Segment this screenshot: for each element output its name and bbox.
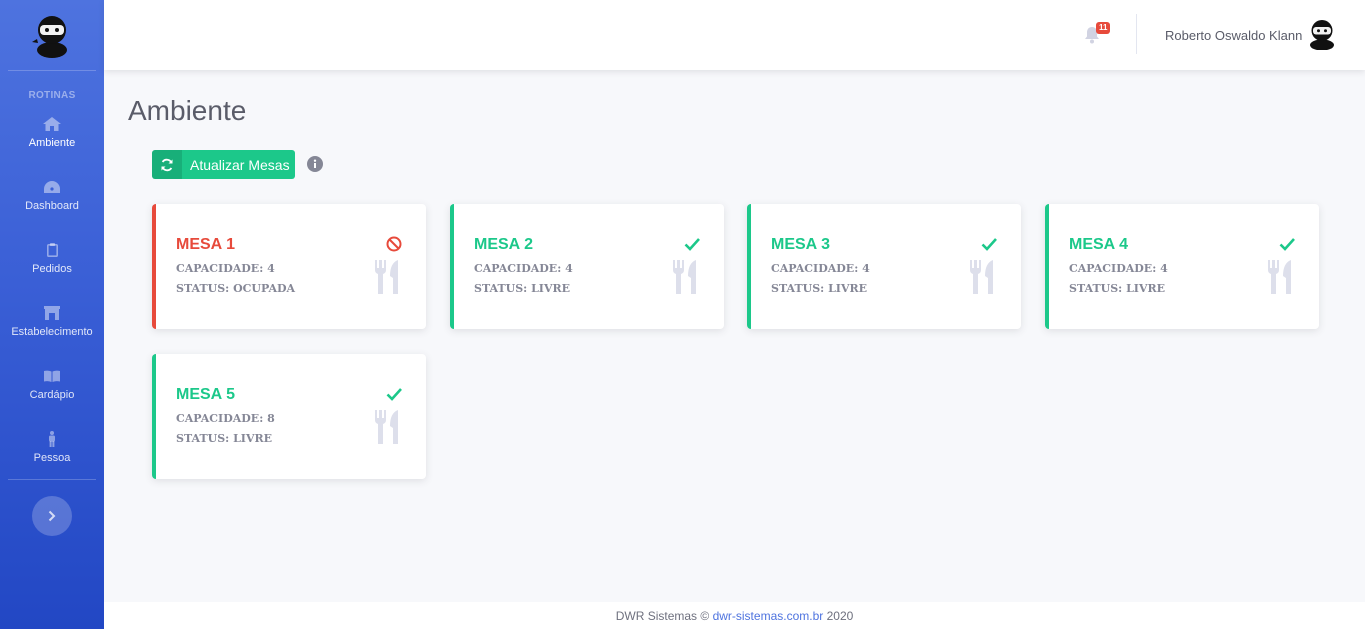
- table-status: STATUS: LIVRE: [474, 282, 571, 295]
- utensils-icon: [375, 410, 398, 444]
- table-name: MESA 4: [1069, 236, 1128, 253]
- ban-icon: [386, 236, 402, 252]
- table-capacity: CAPACIDADE: 4: [1069, 262, 1168, 275]
- notifications-button[interactable]: 11: [1084, 22, 1111, 44]
- table-card-mesa-3[interactable]: MESA 3 CAPACIDADE: 4 STATUS: LIVRE: [747, 204, 1021, 329]
- page-title: Ambiente: [128, 95, 247, 126]
- sidebar-heading: ROTINAS: [28, 90, 76, 101]
- sidebar-item-pessoa[interactable]: Pessoa: [0, 416, 104, 479]
- table-capacity: CAPACIDADE: 8: [176, 412, 275, 425]
- table-status: STATUS: LIVRE: [176, 432, 273, 445]
- avatar[interactable]: [1307, 18, 1337, 51]
- topbar: 11 Roberto Oswaldo Klann: [104, 0, 1365, 70]
- table-status: STATUS: LIVRE: [1069, 282, 1166, 295]
- topbar-divider: [1136, 14, 1137, 54]
- utensils-icon: [1268, 260, 1291, 294]
- sidebar-item-label: Ambiente: [28, 137, 76, 149]
- footer-year: 2020: [826, 608, 854, 623]
- sidebar-toggle-button[interactable]: [32, 496, 72, 536]
- sidebar-item-label: Pedidos: [32, 263, 72, 275]
- sidebar-item-estabelecimento[interactable]: Estabelecimento: [0, 290, 104, 353]
- tachometer-icon: [43, 179, 61, 195]
- table-status: STATUS: OCUPADA: [176, 282, 296, 295]
- sidebar-item-label: Pessoa: [33, 452, 71, 464]
- table-name: MESA 2: [474, 236, 533, 253]
- sidebar-item-label: Cardápio: [29, 389, 75, 401]
- notifications-badge: 11: [1096, 22, 1111, 34]
- refresh-tables-button[interactable]: Atualizar Mesas: [152, 150, 295, 179]
- sidebar-item-ambiente[interactable]: Ambiente: [0, 101, 104, 164]
- refresh-button-label: Atualizar Mesas: [190, 156, 290, 173]
- utensils-icon: [970, 260, 993, 294]
- store-icon: [43, 305, 61, 321]
- table-name: MESA 5: [176, 386, 235, 403]
- check-icon: [981, 238, 997, 251]
- person-icon: [43, 431, 61, 447]
- chevron-right-icon: [48, 510, 56, 522]
- table-capacity: CAPACIDADE: 4: [771, 262, 870, 275]
- table-card-mesa-5[interactable]: MESA 5 CAPACIDADE: 8 STATUS: LIVRE: [152, 354, 426, 479]
- check-icon: [386, 388, 402, 401]
- sidebar: ROTINAS Ambiente Dashboard Pedidos Estab…: [0, 0, 104, 629]
- ninja-logo-icon: [32, 16, 67, 58]
- ninja-avatar-icon: [1310, 20, 1334, 51]
- utensils-icon: [375, 260, 398, 294]
- sidebar-item-label: Dashboard: [25, 200, 79, 212]
- table-capacity: CAPACIDADE: 4: [474, 262, 573, 275]
- book-icon: [43, 368, 61, 384]
- utensils-icon: [673, 260, 696, 294]
- table-card-mesa-1[interactable]: MESA 1 CAPACIDADE: 4 STATUS: OCUPADA: [152, 204, 426, 329]
- sidebar-item-cardapio[interactable]: Cardápio: [0, 353, 104, 416]
- sidebar-item-pedidos[interactable]: Pedidos: [0, 227, 104, 290]
- clipboard-icon: [43, 242, 61, 258]
- sidebar-item-label: Estabelecimento: [11, 326, 93, 338]
- check-icon: [684, 238, 700, 251]
- home-icon: [43, 116, 61, 132]
- footer: DWR Sistemas © dwr-sistemas.com.br 2020: [104, 602, 1365, 629]
- refresh-icon: [152, 150, 182, 179]
- footer-prefix: DWR Sistemas ©: [615, 608, 710, 623]
- sidebar-item-dashboard[interactable]: Dashboard: [0, 164, 104, 227]
- footer-link[interactable]: dwr-sistemas.com.br: [713, 609, 824, 623]
- table-card-mesa-2[interactable]: MESA 2 CAPACIDADE: 4 STATUS: LIVRE: [450, 204, 724, 329]
- brand-logo[interactable]: [0, 0, 104, 70]
- sidebar-divider: [8, 70, 96, 71]
- table-card-mesa-4[interactable]: MESA 4 CAPACIDADE: 4 STATUS: LIVRE: [1045, 204, 1319, 329]
- user-name[interactable]: Roberto Oswaldo Klann: [1165, 28, 1302, 43]
- table-name: MESA 3: [771, 236, 830, 253]
- table-status: STATUS: LIVRE: [771, 282, 868, 295]
- sidebar-divider: [8, 479, 96, 480]
- table-name: MESA 1: [176, 236, 235, 253]
- table-capacity: CAPACIDADE: 4: [176, 262, 275, 275]
- check-icon: [1279, 238, 1295, 251]
- info-icon[interactable]: [307, 156, 323, 172]
